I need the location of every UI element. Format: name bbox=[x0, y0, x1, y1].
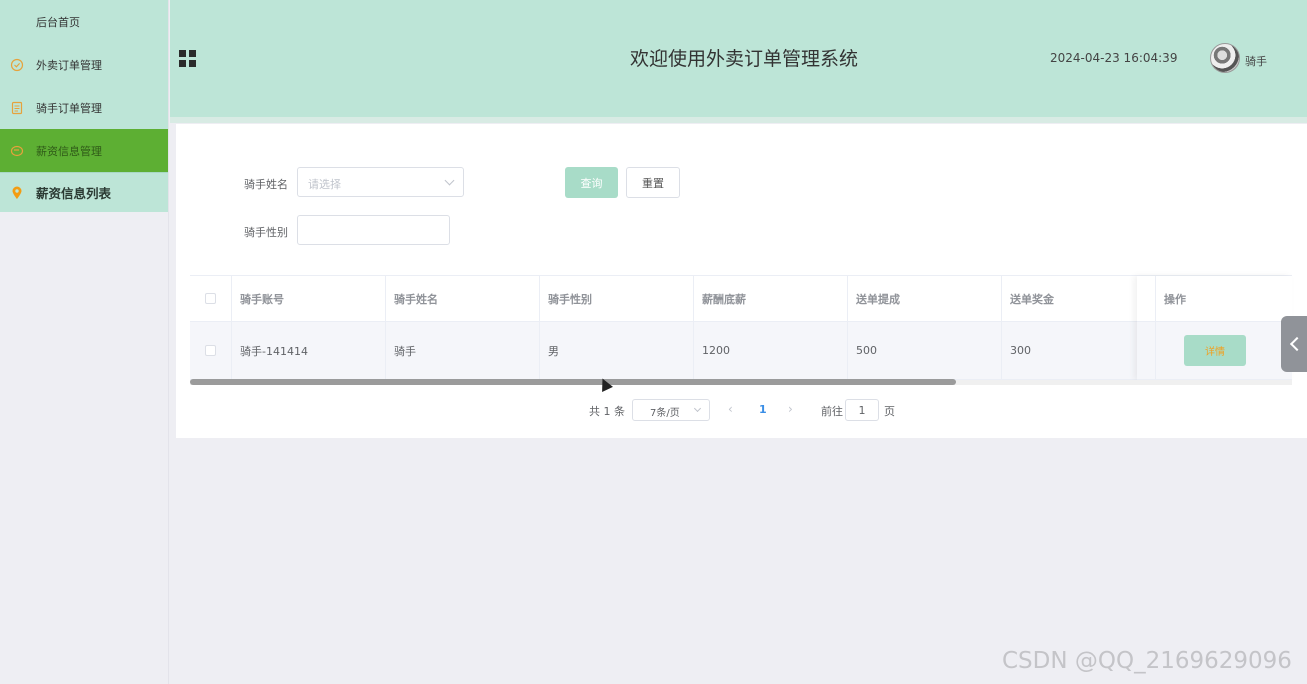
table-cell: 500 bbox=[848, 322, 1002, 379]
table-row[interactable]: 骑手-141414 骑手 男 1200 500 300 bbox=[190, 322, 1292, 380]
page-number-current[interactable]: 1 bbox=[759, 403, 767, 416]
sidebar-item-label: 外卖订单管理 bbox=[36, 58, 102, 72]
table-header: 骑手账号 骑手姓名 骑手性别 薪酬底薪 送单提成 送单奖金 操作 bbox=[190, 276, 1292, 322]
chevron-down-icon bbox=[693, 404, 702, 413]
check-circle-icon bbox=[10, 58, 24, 72]
table-cell: 骑手 bbox=[386, 322, 540, 379]
sidebar-item-salary[interactable]: 薪资信息管理 bbox=[0, 129, 168, 172]
grid-menu-icon[interactable] bbox=[179, 50, 196, 67]
header-divider bbox=[170, 117, 1307, 123]
side-panel-toggle[interactable] bbox=[1281, 316, 1307, 372]
select-all-checkbox[interactable] bbox=[205, 293, 216, 304]
table-cell: 骑手-141414 bbox=[232, 322, 386, 379]
header: 欢迎使用外卖订单管理系统 2024-04-23 16:04:39 骑手 bbox=[170, 0, 1307, 117]
column-header[interactable]: 骑手姓名 bbox=[386, 276, 540, 321]
column-header[interactable]: 送单奖金 bbox=[1002, 276, 1156, 321]
salary-table: 骑手账号 骑手姓名 骑手性别 薪酬底薪 送单提成 送单奖金 操作 骑手-1414… bbox=[190, 275, 1292, 380]
chevron-left-icon bbox=[1289, 336, 1304, 352]
goto-page-input[interactable]: 1 bbox=[845, 399, 879, 421]
next-page-icon[interactable]: › bbox=[788, 402, 793, 416]
column-header[interactable]: 薪酬底薪 bbox=[694, 276, 848, 321]
watermark: CSDN @QQ_2169629096 bbox=[1002, 648, 1292, 674]
sidebar-item-salary-list[interactable]: 薪资信息列表 bbox=[0, 172, 168, 212]
rider-name-select[interactable]: 请选择 bbox=[297, 167, 464, 197]
rider-gender-label: 骑手性别 bbox=[244, 226, 288, 239]
sidebar-item-label: 薪资信息管理 bbox=[36, 144, 102, 158]
reset-button[interactable]: 重置 bbox=[626, 167, 680, 198]
chevron-down-icon bbox=[444, 175, 455, 186]
sidebar: 后台首页 外卖订单管理 骑手订单管理 薪资信息管理 薪资信息列表 bbox=[0, 0, 169, 684]
rider-name-placeholder: 请选择 bbox=[308, 178, 341, 191]
column-header[interactable]: 骑手性别 bbox=[540, 276, 694, 321]
page-size-value: 7条/页 bbox=[650, 408, 680, 419]
table-cell: 300 bbox=[1002, 322, 1156, 379]
header-username[interactable]: 骑手 bbox=[1245, 53, 1267, 69]
column-header[interactable]: 骑手账号 bbox=[232, 276, 386, 321]
sidebar-item-rider-orders[interactable]: 骑手订单管理 bbox=[0, 86, 168, 129]
column-header[interactable]: 送单提成 bbox=[848, 276, 1002, 321]
sidebar-item-label: 骑手订单管理 bbox=[36, 101, 102, 115]
pagination-total: 共 1 条 bbox=[589, 405, 625, 418]
document-icon bbox=[10, 101, 24, 115]
avatar[interactable] bbox=[1210, 43, 1240, 73]
location-pin-icon bbox=[10, 186, 24, 200]
rider-gender-input[interactable] bbox=[297, 215, 450, 245]
table-cell: 1200 bbox=[694, 322, 848, 379]
prev-page-icon[interactable]: ‹ bbox=[728, 402, 733, 416]
row-checkbox[interactable] bbox=[205, 345, 216, 356]
horizontal-scrollbar[interactable] bbox=[190, 379, 956, 385]
select-all-cell bbox=[190, 276, 232, 321]
page-title: 欢迎使用外卖订单管理系统 bbox=[630, 48, 859, 70]
row-select-cell bbox=[190, 322, 232, 379]
page-size-select[interactable]: 7条/页 bbox=[632, 399, 710, 421]
query-button[interactable]: 查询 bbox=[565, 167, 618, 198]
page-suffix-label: 页 bbox=[884, 405, 895, 418]
header-datetime: 2024-04-23 16:04:39 bbox=[1050, 51, 1178, 65]
sidebar-item-home[interactable]: 后台首页 bbox=[0, 0, 168, 43]
sidebar-item-label: 后台首页 bbox=[36, 15, 80, 29]
sidebar-item-delivery-orders[interactable]: 外卖订单管理 bbox=[0, 43, 168, 86]
goto-label: 前往 bbox=[821, 405, 843, 418]
sidebar-item-label: 薪资信息列表 bbox=[36, 186, 112, 201]
wallet-icon bbox=[10, 144, 24, 158]
detail-button[interactable]: 详情 bbox=[1184, 335, 1246, 366]
table-cell: 男 bbox=[540, 322, 694, 379]
rider-name-label: 骑手姓名 bbox=[244, 178, 288, 191]
